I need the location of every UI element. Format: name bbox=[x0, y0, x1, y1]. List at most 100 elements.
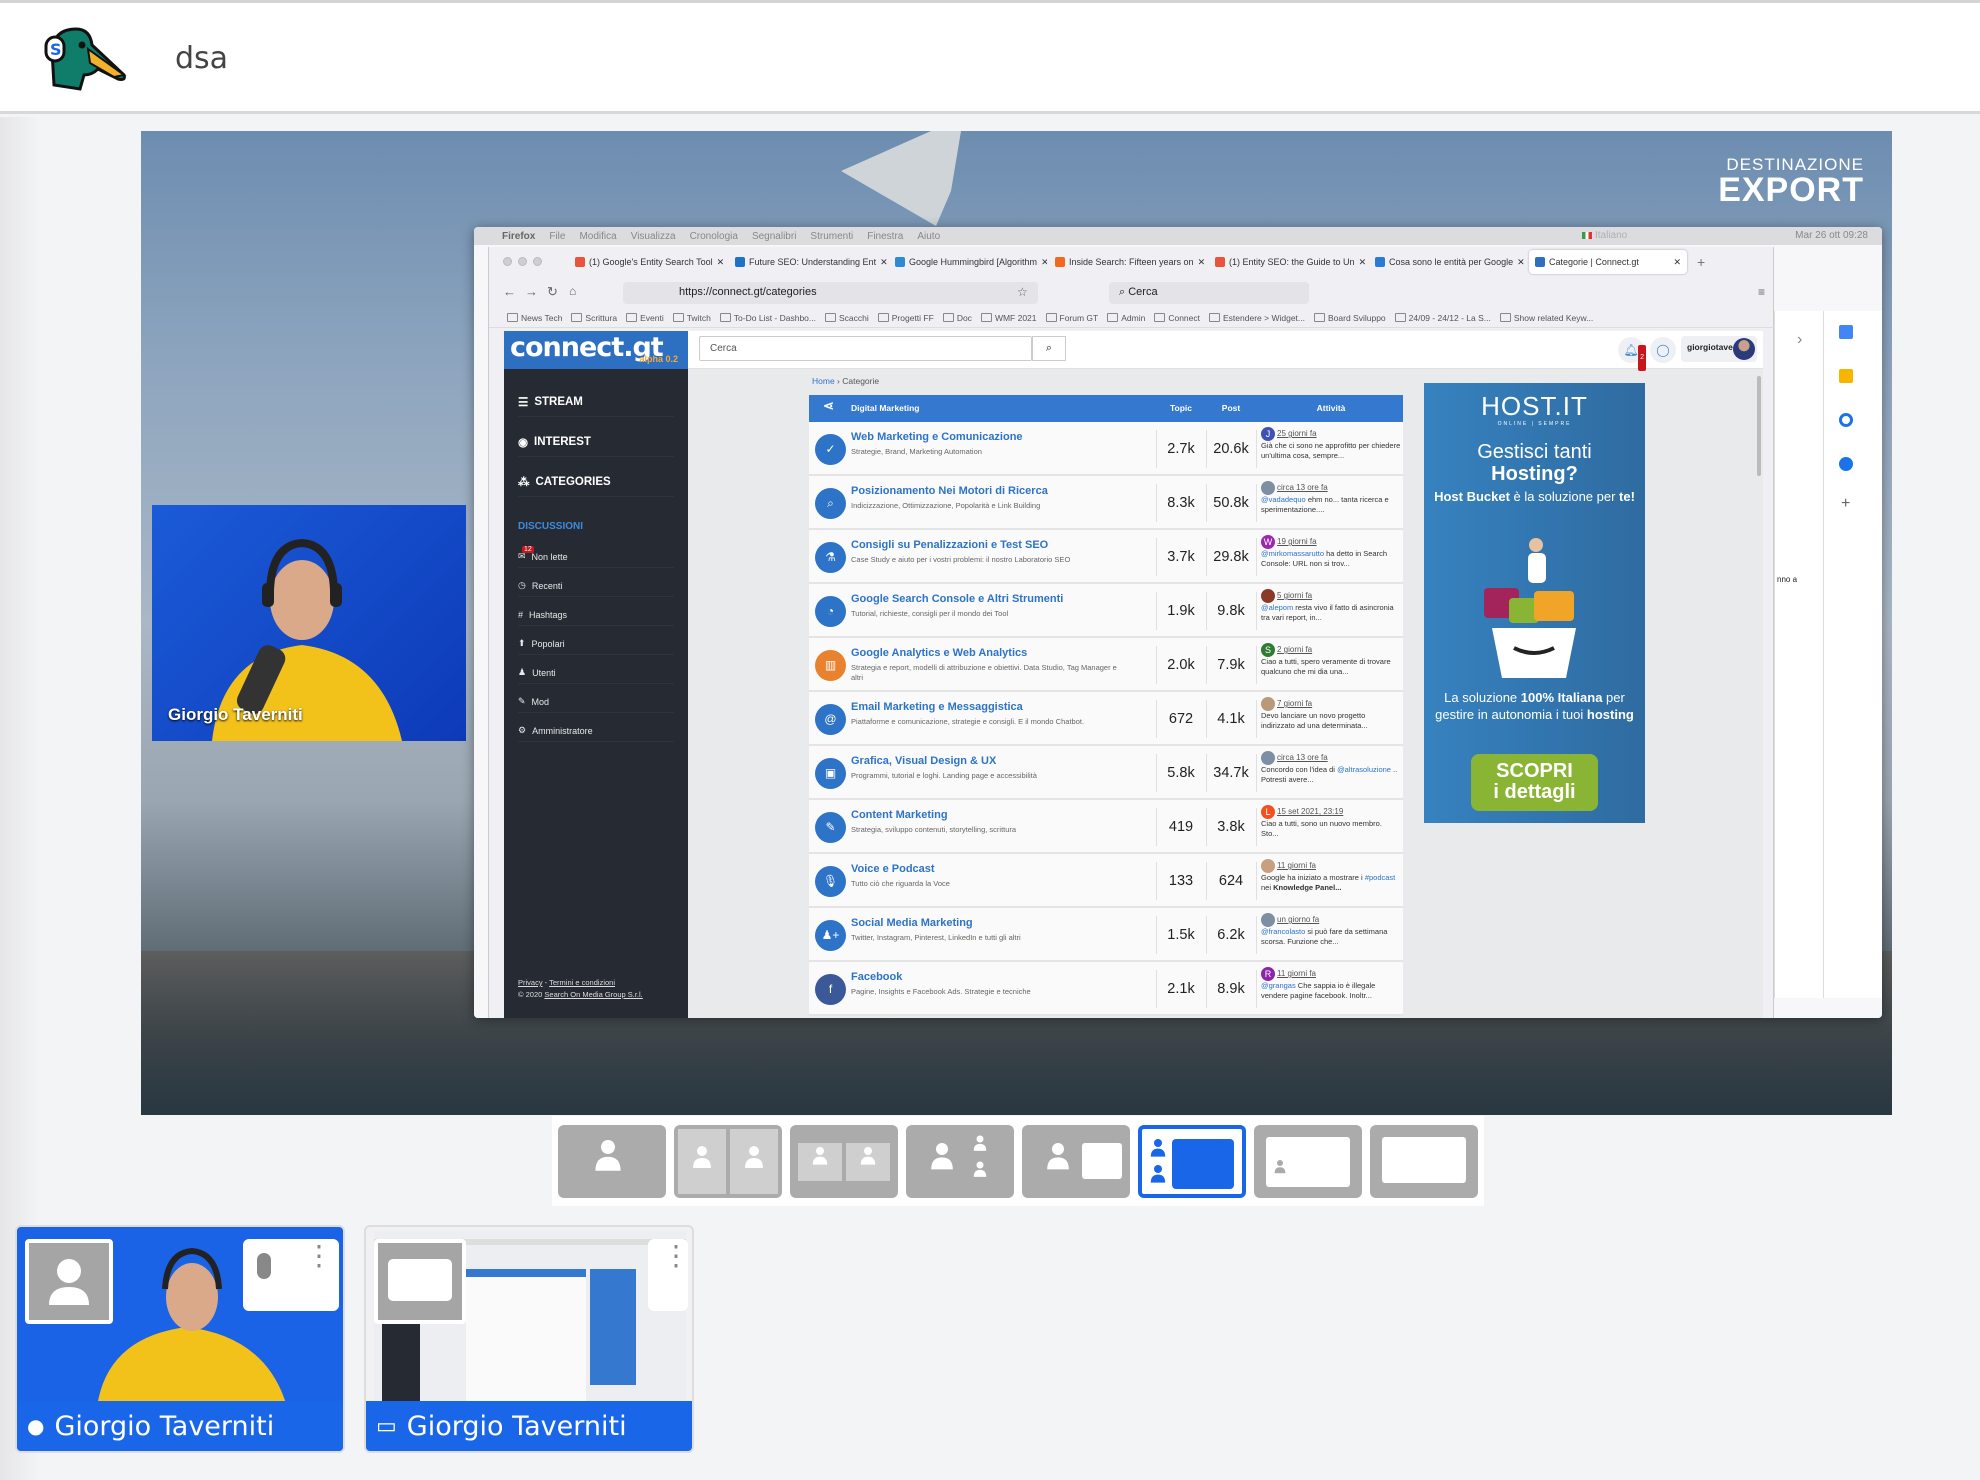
reload-icon[interactable]: ↻ bbox=[547, 284, 558, 300]
menubar-item[interactable]: Segnalibri bbox=[752, 231, 796, 242]
layout-button-two-boxes[interactable] bbox=[790, 1125, 898, 1198]
category-row[interactable]: 🎙︎ Voice e Podcast Tutto ciò che riguarda … bbox=[809, 854, 1403, 908]
camera-toggle-button[interactable] bbox=[25, 1239, 113, 1324]
category-row[interactable]: @ Email Marketing e Messaggistica Piattafo… bbox=[809, 692, 1403, 746]
category-title-link[interactable]: Google Search Console e Altri Strumenti bbox=[851, 593, 1063, 605]
category-row[interactable]: ✎ Content Marketing Strategia, sviluppo co… bbox=[809, 800, 1403, 854]
avatar[interactable] bbox=[1261, 751, 1275, 765]
category-row[interactable]: ▣ Grafica, Visual Design & UX Programmi, t… bbox=[809, 746, 1403, 800]
sidebar-item-hashtags[interactable]: # Hashtags bbox=[518, 604, 674, 626]
avatar[interactable]: R bbox=[1261, 967, 1275, 981]
category-title-link[interactable]: Consigli su Penalizzazioni e Test SEO bbox=[851, 539, 1048, 551]
share-icon[interactable]: ⋖ bbox=[823, 398, 834, 414]
browser-search-input[interactable]: ⌕ Cerca bbox=[1109, 282, 1309, 304]
page-scrollbar[interactable] bbox=[1757, 376, 1761, 476]
close-tab-icon[interactable]: ✕ bbox=[1359, 257, 1367, 268]
layout-button-two-columns[interactable] bbox=[674, 1125, 782, 1198]
activity-time-link[interactable]: un giorno fa bbox=[1277, 915, 1319, 924]
browser-tab[interactable]: Google Hummingbird [Algorithm ✕ bbox=[889, 250, 1047, 274]
bookmark-item[interactable]: Forum GT bbox=[1046, 313, 1099, 323]
layout-button-screen-only[interactable] bbox=[1370, 1125, 1478, 1198]
activity-mention[interactable]: @grangas bbox=[1261, 981, 1296, 990]
bookmark-item[interactable]: To-Do List - Dashbo... bbox=[720, 313, 816, 323]
avatar[interactable] bbox=[1261, 589, 1275, 603]
sidebar-item-popolari[interactable]: ⬆ Popolari bbox=[518, 633, 674, 655]
menubar-item[interactable]: Visualizza bbox=[631, 231, 676, 242]
bookmark-item[interactable]: 24/09 - 24/12 - La S... bbox=[1395, 313, 1491, 323]
activity-time-link[interactable]: 25 giorni fa bbox=[1277, 429, 1317, 438]
bookmark-item[interactable]: Scrittura bbox=[571, 313, 617, 323]
contacts-icon[interactable] bbox=[1839, 457, 1853, 471]
close-tab-icon[interactable]: ✕ bbox=[1198, 257, 1206, 268]
keep-icon[interactable] bbox=[1839, 369, 1853, 383]
bookmark-item[interactable]: Admin bbox=[1107, 313, 1145, 323]
layout-button-speaker-plus-screen[interactable] bbox=[1022, 1125, 1130, 1198]
close-tab-icon[interactable]: ✕ bbox=[717, 257, 725, 268]
ad-cta-button[interactable]: SCOPRI i dettagli bbox=[1471, 754, 1598, 811]
avatar[interactable] bbox=[1261, 859, 1275, 873]
user-menu[interactable]: giorgiotave bbox=[1681, 336, 1757, 362]
category-row[interactable]: ⌕ Posizionamento Nei Motori di Ricerca Ind… bbox=[809, 476, 1403, 530]
activity-mention[interactable]: #podcast bbox=[1365, 873, 1395, 882]
menubar-item[interactable]: Firefox bbox=[502, 231, 535, 242]
layout-button-single-speaker[interactable] bbox=[558, 1125, 666, 1198]
browser-tab[interactable]: Future SEO: Understanding Ent ✕ bbox=[729, 250, 887, 274]
site-search-input[interactable]: Cerca bbox=[699, 336, 1032, 361]
notifications-button[interactable]: 🔔︎ 2 bbox=[1618, 337, 1646, 371]
tasks-icon[interactable] bbox=[1839, 413, 1853, 427]
activity-time-link[interactable]: 11 giorni fa bbox=[1277, 861, 1316, 870]
browser-tab[interactable]: (1) Entity SEO: the Guide to Un ✕ bbox=[1209, 250, 1367, 274]
avatar[interactable]: W bbox=[1261, 535, 1275, 549]
breadcrumb-home[interactable]: Home bbox=[812, 376, 835, 386]
keyboard-layout-indicator[interactable]: Italiano bbox=[1582, 230, 1627, 241]
bookmark-star-icon[interactable]: ☆ bbox=[1017, 285, 1028, 299]
menubar-item[interactable]: Strumenti bbox=[810, 231, 853, 242]
chevron-right-icon[interactable]: › bbox=[1797, 331, 1802, 349]
sidebar-item-categories[interactable]: ⁂ CATEGORIES bbox=[518, 467, 674, 497]
category-title-link[interactable]: Posizionamento Nei Motori di Ricerca bbox=[851, 485, 1048, 497]
category-row[interactable]: f Facebook Pagine, Insights e Facebook Ads… bbox=[809, 962, 1403, 1016]
bookmark-item[interactable]: Show related Keyw... bbox=[1500, 313, 1593, 323]
browser-tab[interactable]: (1) Google's Entity Search Tool ✕ bbox=[569, 250, 727, 274]
bookmark-item[interactable]: Connect bbox=[1154, 313, 1200, 323]
menubar-item[interactable]: Cronologia bbox=[690, 231, 738, 242]
microphone-icon[interactable] bbox=[257, 1253, 271, 1279]
forward-icon[interactable]: → bbox=[525, 284, 538, 299]
sidebar-item-mod[interactable]: ✎ Mod bbox=[518, 691, 674, 713]
activity-time-link[interactable]: 15 set 2021, 23:19 bbox=[1277, 807, 1343, 816]
avatar[interactable]: L bbox=[1261, 805, 1275, 819]
close-tab-icon[interactable]: ✕ bbox=[1041, 257, 1047, 268]
sidebar-item-amministratore[interactable]: ⚙ Amministratore bbox=[518, 720, 674, 742]
menu-icon[interactable]: ≡ bbox=[1758, 285, 1765, 299]
add-icon[interactable]: + bbox=[1841, 495, 1850, 513]
activity-mention[interactable]: @mirkomassarutto bbox=[1261, 549, 1324, 558]
activity-time-link[interactable]: 5 giorni fa bbox=[1277, 591, 1312, 600]
new-tab-icon[interactable]: + bbox=[1697, 254, 1705, 270]
calendar-icon[interactable] bbox=[1839, 325, 1853, 339]
avatar[interactable]: J bbox=[1261, 427, 1275, 441]
more-options-icon[interactable]: ⋮ bbox=[662, 1242, 690, 1270]
category-row[interactable]: ⚗ Consigli su Penalizzazioni e Test SEO Ca… bbox=[809, 530, 1403, 584]
activity-time-link[interactable]: circa 13 ore fa bbox=[1277, 483, 1328, 492]
company-link[interactable]: Search On Media Group S.r.l. bbox=[544, 990, 642, 999]
activity-time-link[interactable]: 7 giorni fa bbox=[1277, 699, 1312, 708]
sidebar-item-recenti[interactable]: ◷ Recenti bbox=[518, 575, 674, 597]
menubar-item[interactable]: Finestra bbox=[867, 231, 903, 242]
sidebar-item-utenti[interactable]: ♟ Utenti bbox=[518, 662, 674, 684]
avatar[interactable] bbox=[1261, 913, 1275, 927]
chat-icon[interactable]: ◯ bbox=[1650, 337, 1676, 363]
category-row[interactable]: ▥ Google Analytics e Web Analytics Strateg… bbox=[809, 638, 1403, 692]
bookmark-item[interactable]: Scacchi bbox=[825, 313, 869, 323]
close-tab-icon[interactable]: ✕ bbox=[1673, 257, 1681, 268]
avatar[interactable]: S bbox=[1261, 643, 1275, 657]
sidebar-item-non-lette[interactable]: ✉ 12 Non lette bbox=[518, 546, 674, 568]
sidebar-item-interest[interactable]: ◉ INTEREST bbox=[518, 427, 674, 457]
category-row[interactable]: ✓ Web Marketing e Comunicazione Strategie,… bbox=[809, 422, 1403, 476]
avatar[interactable] bbox=[1261, 697, 1275, 711]
bookmark-item[interactable]: News Tech bbox=[507, 313, 562, 323]
category-title-link[interactable]: Voice e Podcast bbox=[851, 863, 935, 875]
url-bar[interactable]: https://connect.gt/categories bbox=[623, 282, 1038, 304]
more-options-icon[interactable]: ⋮ bbox=[305, 1242, 333, 1270]
bookmark-item[interactable]: Doc bbox=[943, 313, 972, 323]
terms-link[interactable]: Termini e condizioni bbox=[549, 978, 615, 987]
